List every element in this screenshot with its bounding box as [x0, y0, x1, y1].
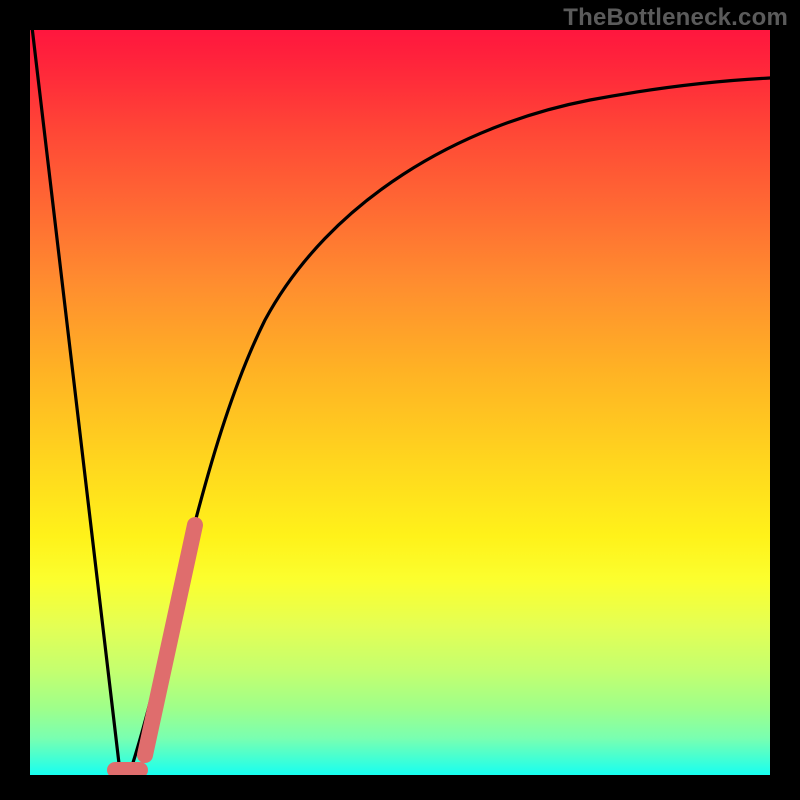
- plot-area: [30, 30, 770, 775]
- curve-path: [30, 30, 770, 772]
- bottleneck-curve: [30, 30, 770, 772]
- chart-svg: [30, 30, 770, 775]
- chart-container: TheBottleneck.com: [0, 0, 800, 800]
- highlight-line: [145, 525, 195, 755]
- highlight-segment: [115, 525, 195, 770]
- watermark-text: TheBottleneck.com: [563, 4, 788, 32]
